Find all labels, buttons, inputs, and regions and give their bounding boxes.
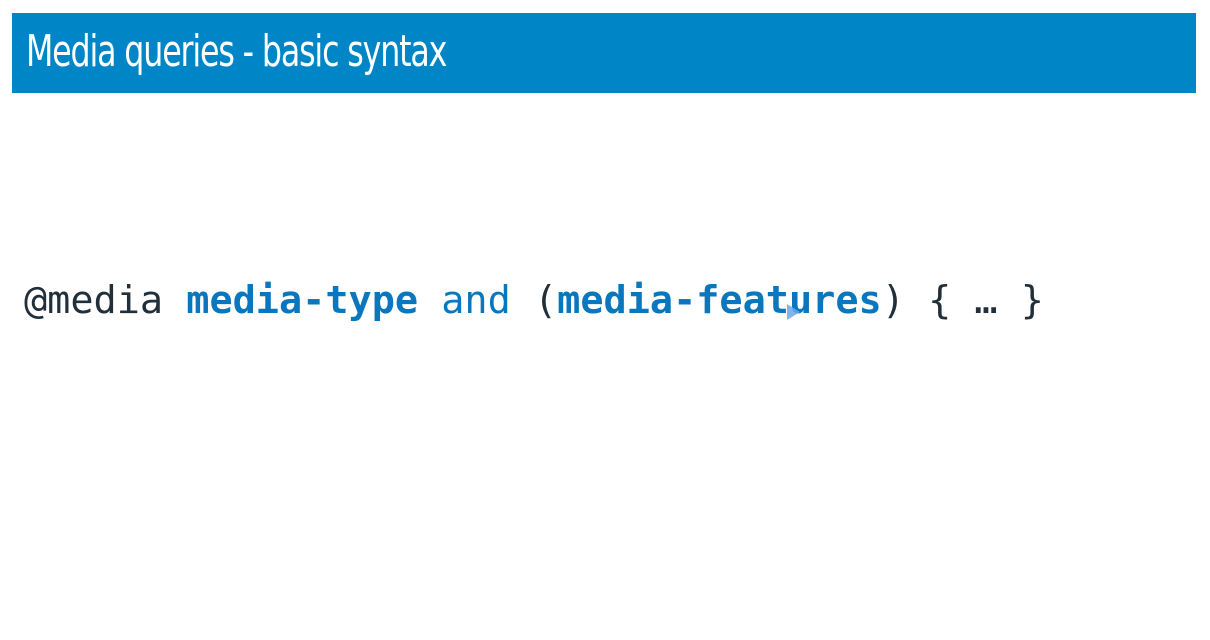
- open-paren-token: (: [533, 278, 558, 323]
- at-rule-token: @media: [24, 278, 164, 323]
- operator-token: and: [441, 278, 511, 323]
- close-paren-token: ): [881, 278, 905, 323]
- pointer-cursor-icon: [787, 304, 800, 320]
- title-bar: Media queries - basic syntax: [12, 13, 1196, 93]
- media-features-token: media-features: [557, 278, 882, 323]
- media-type-token: media-type: [186, 278, 419, 323]
- block-token: { … }: [928, 278, 1044, 323]
- slide-title: Media queries - basic syntax: [26, 26, 447, 77]
- code-snippet: @media media-type and (media-features) {…: [24, 276, 1044, 326]
- slide: Media queries - basic syntax @media medi…: [0, 0, 1210, 640]
